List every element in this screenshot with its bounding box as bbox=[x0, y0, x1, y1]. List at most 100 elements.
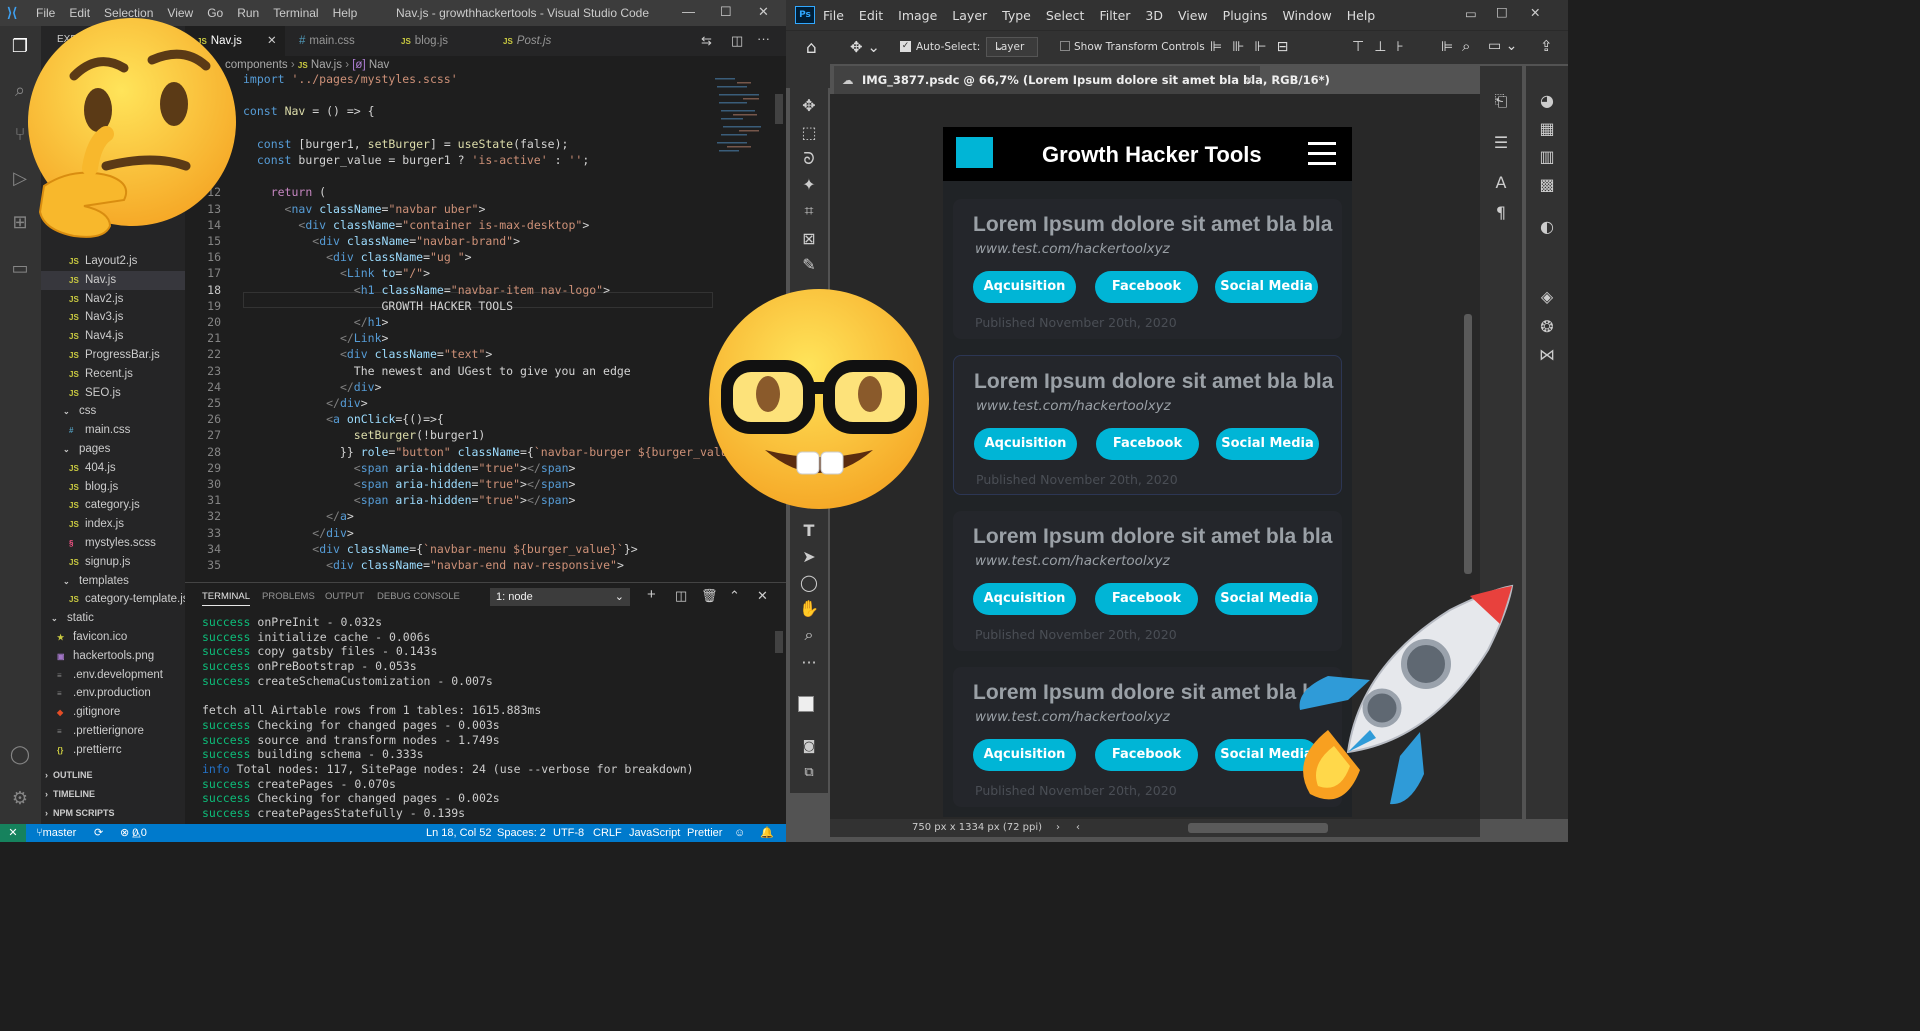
section-npm-scripts[interactable]: › NPM SCRIPTS bbox=[45, 804, 115, 822]
post-title[interactable]: Lorem Ipsum dolore sit amet bla bla bbox=[973, 525, 1332, 549]
remote-icon[interactable]: ✕ bbox=[0, 824, 26, 842]
align-icons[interactable]: ⊫⊪⊩⊟ bbox=[1210, 39, 1298, 55]
ps-menu-item-filter[interactable]: Filter bbox=[1099, 8, 1130, 23]
adjustments-icon[interactable]: ☰ bbox=[1490, 132, 1512, 154]
folder-item[interactable]: ⌄ pages bbox=[41, 440, 185, 459]
tag-button-facebook[interactable]: Facebook bbox=[1095, 271, 1198, 303]
file-item[interactable]: {} .prettierrc bbox=[41, 741, 185, 760]
breadcrumb-item[interactable]: Nav.js bbox=[311, 59, 342, 71]
file-item[interactable]: JS category.js bbox=[41, 496, 185, 515]
eyedropper-icon[interactable]: ✎ bbox=[798, 254, 820, 276]
minimize-icon[interactable]: ▭ bbox=[1465, 6, 1477, 21]
file-item[interactable]: JS 404.js bbox=[41, 459, 185, 478]
ps-menu-item-window[interactable]: Window bbox=[1282, 8, 1331, 23]
ps-menu-item-view[interactable]: View bbox=[1178, 8, 1208, 23]
post-card[interactable]: Lorem Ipsum dolore sit amet bla bla www.t… bbox=[953, 199, 1342, 339]
panel-tab-debug-console[interactable]: DEBUG CONSOLE bbox=[377, 591, 460, 602]
file-item[interactable]: JS signup.js bbox=[41, 553, 185, 572]
maximize-icon[interactable]: □ bbox=[1496, 4, 1508, 19]
magic-wand-icon[interactable]: ✦ bbox=[798, 174, 820, 196]
file-item[interactable]: JS blog.js bbox=[41, 478, 185, 497]
ellipse-tool-icon[interactable]: ◯ bbox=[798, 572, 820, 594]
tag-button-social-media[interactable]: Social Media bbox=[1215, 271, 1318, 303]
section-timeline[interactable]: › TIMELINE bbox=[45, 785, 95, 803]
ps-menu-item-image[interactable]: Image bbox=[898, 8, 937, 23]
chevron-left-icon[interactable]: ‹ bbox=[1076, 819, 1080, 837]
maximize-panel-icon[interactable]: ⌃ bbox=[729, 588, 740, 604]
tag-button-facebook[interactable]: Facebook bbox=[1095, 739, 1198, 771]
new-terminal-icon[interactable]: + bbox=[647, 586, 656, 603]
file-item[interactable]: § mystyles.scss bbox=[41, 534, 185, 553]
file-item[interactable]: ▣ hackertools.png bbox=[41, 647, 185, 666]
trash-icon[interactable]: 🗑 bbox=[701, 588, 718, 604]
editor-scrollbar[interactable] bbox=[775, 94, 783, 124]
post-title[interactable]: Lorem Ipsum dolore sit amet bla bla bbox=[973, 213, 1332, 237]
file-item[interactable]: JS Nav3.js bbox=[41, 308, 185, 327]
tab-blog-js[interactable]: JS blog.js bbox=[389, 26, 491, 56]
tag-button-aqcuisition[interactable]: Aqcuisition bbox=[973, 739, 1076, 771]
tag-button-aqcuisition[interactable]: Aqcuisition bbox=[974, 428, 1077, 460]
file-item[interactable]: ◆ .gitignore bbox=[41, 703, 185, 722]
close-window-icon[interactable]: ✕ bbox=[1530, 5, 1540, 20]
ps-menu-item-help[interactable]: Help bbox=[1347, 8, 1376, 23]
terminal-selector[interactable]: 1: node ⌄ bbox=[490, 588, 630, 606]
file-item[interactable]: JS Nav4.js bbox=[41, 327, 185, 346]
file-item[interactable]: JS ProgressBar.js bbox=[41, 346, 185, 365]
folder-item[interactable]: ⌄ static bbox=[41, 609, 185, 628]
ps-menu-item-edit[interactable]: Edit bbox=[859, 8, 883, 23]
split-editor-icon[interactable]: ◫ bbox=[731, 33, 743, 49]
file-item[interactable]: # main.css bbox=[41, 421, 185, 440]
post-card[interactable]: Lorem Ipsum dolore sit amet bla bla www.t… bbox=[953, 355, 1342, 495]
frame-tool-icon[interactable]: ⊠ bbox=[798, 228, 820, 250]
hamburger-icon[interactable] bbox=[1308, 142, 1336, 145]
brush-icon[interactable]: ◐ bbox=[1536, 216, 1558, 238]
terminal-scrollbar[interactable] bbox=[775, 631, 783, 653]
maximize-icon[interactable]: ☐ bbox=[720, 4, 732, 20]
marquee-tool-icon[interactable]: ⬚ bbox=[798, 122, 820, 144]
gradient-icon[interactable]: ▥ bbox=[1536, 146, 1558, 168]
close-tab-icon[interactable]: ✕ bbox=[267, 26, 277, 56]
character-icon[interactable]: A bbox=[1490, 172, 1512, 194]
close-window-icon[interactable]: ✕ bbox=[758, 4, 769, 20]
search-icon[interactable]: ⌕ bbox=[1462, 37, 1470, 55]
minimize-icon[interactable]: — bbox=[682, 4, 695, 19]
quick-mask-icon[interactable]: ◙ bbox=[798, 736, 820, 758]
ps-menu-item-3d[interactable]: 3D bbox=[1145, 8, 1163, 23]
path-selection-icon[interactable]: ➤ bbox=[798, 546, 820, 568]
ps-menu-item-file[interactable]: File bbox=[823, 8, 844, 23]
post-title[interactable]: Lorem Ipsum dolore sit amet bla bla bbox=[974, 370, 1333, 394]
tab-main-css[interactable]: # main.css bbox=[287, 26, 389, 56]
file-item[interactable]: JS Nav.js bbox=[41, 270, 185, 290]
panel-tab-terminal[interactable]: TERMINAL bbox=[202, 591, 251, 606]
file-item[interactable]: JS Recent.js bbox=[41, 365, 185, 384]
color-icon[interactable]: ◕ bbox=[1536, 90, 1558, 112]
section-outline[interactable]: › OUTLINE bbox=[45, 766, 93, 784]
feedback-icon[interactable]: ☺ bbox=[734, 824, 745, 842]
notifications-icon[interactable]: 🔔 bbox=[760, 824, 774, 842]
terminal-output[interactable]: success onPreInit - 0.032s success initia… bbox=[202, 615, 694, 821]
share-icon[interactable]: ⇪ bbox=[1540, 37, 1553, 55]
post-url[interactable]: www.test.com/hackertoolxyz bbox=[975, 709, 1170, 725]
transform-checkbox[interactable] bbox=[1060, 41, 1070, 51]
post-url[interactable]: www.test.com/hackertoolxyz bbox=[975, 241, 1170, 257]
tab-post-js[interactable]: JS Post.js bbox=[491, 26, 593, 56]
file-item[interactable]: ≡ .env.production bbox=[41, 684, 185, 703]
problems-indicator[interactable]: ⊗ 0 △ 0 bbox=[120, 824, 147, 842]
indentation[interactable]: Spaces: 2 bbox=[497, 824, 546, 842]
move-tool-icon[interactable]: ✥ bbox=[798, 95, 820, 117]
workspace-icon[interactable]: ▭ ⌄ bbox=[1488, 38, 1517, 54]
ps-menu-item-plugins[interactable]: Plugins bbox=[1223, 8, 1268, 23]
sync-icon[interactable]: ⟳ bbox=[94, 824, 103, 842]
ps-menu-item-select[interactable]: Select bbox=[1046, 8, 1085, 23]
tag-button-facebook[interactable]: Facebook bbox=[1095, 583, 1198, 615]
end-of-line[interactable]: CRLF bbox=[593, 824, 622, 842]
screen-mode-icon[interactable]: ⧉ bbox=[798, 762, 820, 784]
folder-item[interactable]: ⌄ templates bbox=[41, 572, 185, 591]
panel-tab-problems[interactable]: PROBLEMS bbox=[262, 591, 315, 602]
auto-select-checkbox[interactable]: ✓ bbox=[900, 41, 911, 52]
file-item[interactable]: ★ favicon.ico bbox=[41, 628, 185, 647]
tag-button-social-media[interactable]: Social Media bbox=[1216, 428, 1319, 460]
tag-button-aqcuisition[interactable]: Aqcuisition bbox=[973, 583, 1076, 615]
file-item[interactable]: ≡ .prettierignore bbox=[41, 722, 185, 741]
ps-menu-item-layer[interactable]: Layer bbox=[952, 8, 987, 23]
